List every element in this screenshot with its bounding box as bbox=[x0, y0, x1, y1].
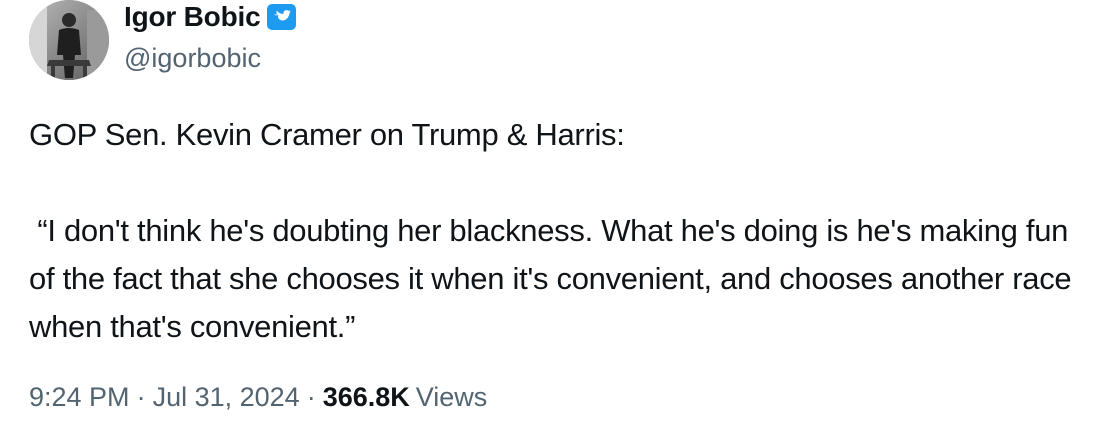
meta-separator: · bbox=[306, 382, 316, 412]
tweet-text: GOP Sen. Kevin Cramer on Trump & Harris:… bbox=[29, 117, 1072, 344]
author-handle[interactable]: @igorbobic bbox=[124, 41, 298, 75]
avatar[interactable] bbox=[29, 0, 109, 80]
tweet-meta: 9:24 PM · Jul 31, 2024 · 366.8K Views bbox=[29, 377, 487, 417]
author-name-row: Igor Bobic bbox=[124, 0, 298, 34]
views-label: Views bbox=[415, 382, 488, 412]
tweet-card: Igor Bobic @igorbobic GOP Sen. Kevin Cra… bbox=[0, 0, 1120, 423]
display-name[interactable]: Igor Bobic bbox=[124, 0, 261, 34]
profile-photo bbox=[29, 0, 109, 80]
author-block: Igor Bobic @igorbobic bbox=[124, 0, 298, 75]
verified-badge-icon bbox=[265, 2, 298, 32]
tweet-time[interactable]: 9:24 PM bbox=[29, 377, 130, 417]
views-count: 366.8K bbox=[322, 382, 410, 412]
meta-separator: · bbox=[136, 382, 146, 412]
tweet-date[interactable]: Jul 31, 2024 bbox=[153, 377, 300, 417]
